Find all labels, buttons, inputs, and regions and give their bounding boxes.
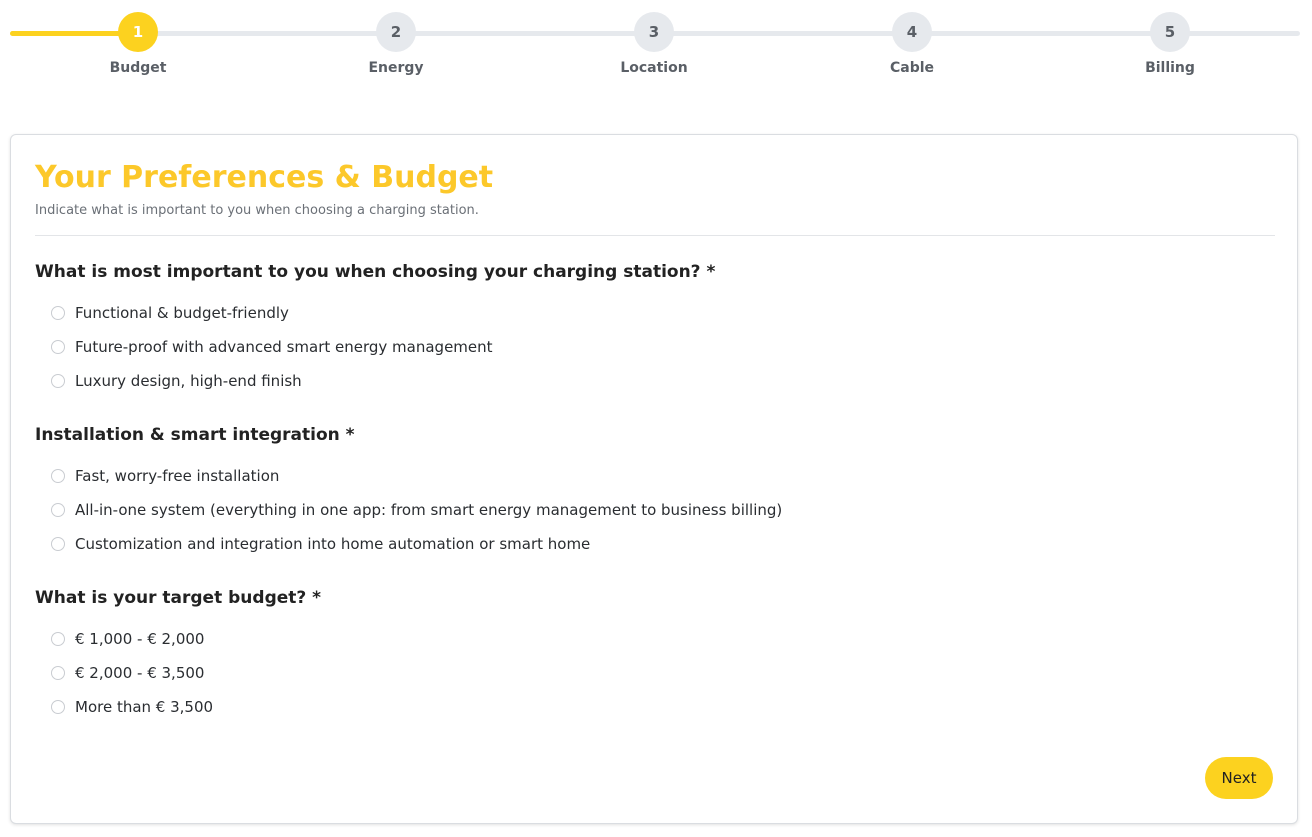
step-location[interactable]: 3 Location: [594, 12, 714, 76]
step-budget[interactable]: 1 Budget: [78, 12, 198, 76]
step-number: 5: [1150, 12, 1190, 52]
option-customization[interactable]: Customization and integration into home …: [35, 527, 1275, 561]
option-label: More than € 3,500: [75, 698, 214, 716]
step-label: Location: [620, 60, 688, 76]
radio-button[interactable]: [51, 700, 65, 714]
radio-button[interactable]: [51, 374, 65, 388]
option-label: € 2,000 - € 3,500: [75, 664, 205, 682]
question-installation: Installation & smart integration *: [35, 425, 355, 445]
radio-button[interactable]: [51, 340, 65, 354]
progress-stepper: 1 Budget 2 Energy 3 Location 4 Cable 5 B…: [10, 12, 1300, 82]
option-label: € 1,000 - € 2,000: [75, 630, 205, 648]
radio-button[interactable]: [51, 666, 65, 680]
step-energy[interactable]: 2 Energy: [336, 12, 456, 76]
radio-button[interactable]: [51, 469, 65, 483]
radio-button[interactable]: [51, 537, 65, 551]
step-label: Energy: [368, 60, 424, 76]
option-label: Luxury design, high-end finish: [75, 372, 302, 390]
next-button[interactable]: Next: [1205, 757, 1273, 799]
option-budget-low[interactable]: € 1,000 - € 2,000: [35, 622, 1275, 656]
step-number: 4: [892, 12, 932, 52]
step-label: Budget: [109, 60, 167, 76]
step-cable[interactable]: 4 Cable: [852, 12, 972, 76]
option-label: Functional & budget-friendly: [75, 304, 289, 322]
page-title: Your Preferences & Budget: [35, 160, 494, 195]
question-budget: What is your target budget? *: [35, 588, 322, 608]
step-number: 1: [118, 12, 158, 52]
radio-button[interactable]: [51, 503, 65, 517]
step-label: Cable: [889, 60, 935, 76]
option-future-proof[interactable]: Future-proof with advanced smart energy …: [35, 330, 1275, 364]
option-budget-mid[interactable]: € 2,000 - € 3,500: [35, 656, 1275, 690]
divider: [35, 235, 1275, 236]
step-billing[interactable]: 5 Billing: [1110, 12, 1230, 76]
card-content: Your Preferences & Budget Indicate what …: [35, 159, 1275, 724]
option-functional-budget[interactable]: Functional & budget-friendly: [35, 296, 1275, 330]
question-importance: What is most important to you when choos…: [35, 262, 716, 282]
step-number: 2: [376, 12, 416, 52]
radio-button[interactable]: [51, 632, 65, 646]
option-fast-installation[interactable]: Fast, worry-free installation: [35, 459, 1275, 493]
radio-button[interactable]: [51, 306, 65, 320]
page-subtitle: Indicate what is important to you when c…: [35, 203, 479, 218]
preferences-card: Your Preferences & Budget Indicate what …: [10, 134, 1298, 824]
option-label: All-in-one system (everything in one app…: [75, 501, 783, 519]
option-label: Future-proof with advanced smart energy …: [75, 338, 493, 356]
option-label: Customization and integration into home …: [75, 535, 591, 553]
option-all-in-one[interactable]: All-in-one system (everything in one app…: [35, 493, 1275, 527]
option-luxury-design[interactable]: Luxury design, high-end finish: [35, 364, 1275, 398]
step-label: Billing: [1145, 60, 1195, 76]
step-number: 3: [634, 12, 674, 52]
option-budget-high[interactable]: More than € 3,500: [35, 690, 1275, 724]
option-label: Fast, worry-free installation: [75, 467, 280, 485]
